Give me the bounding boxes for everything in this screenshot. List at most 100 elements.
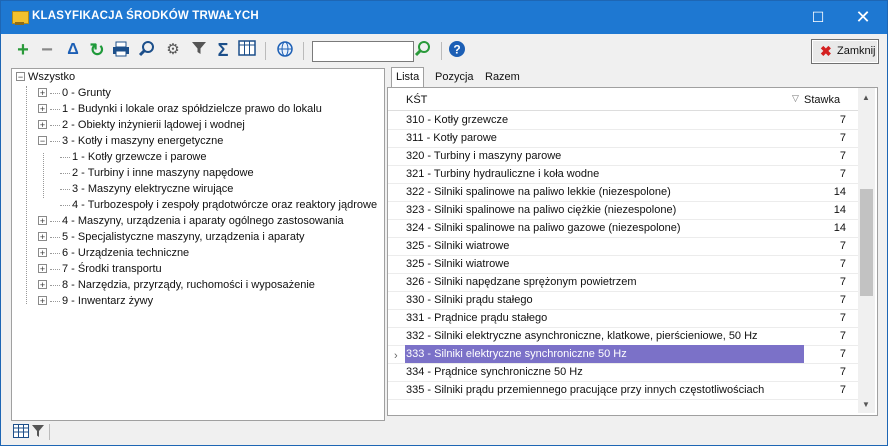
table-row[interactable]: 322 - Silniki spalinowe na paliwo lekkie… bbox=[388, 183, 858, 202]
sum-icon[interactable]: Σ bbox=[213, 40, 233, 60]
tree-item[interactable]: 3 - Maszyny elektryczne wirujące bbox=[60, 181, 233, 197]
sort-icon: ▽ bbox=[792, 93, 799, 103]
kst-cell: 333 - Silniki elektryczne synchroniczne … bbox=[405, 345, 804, 363]
stawka-cell: 7 bbox=[839, 258, 846, 270]
close-icon: ✖ bbox=[820, 43, 832, 59]
expand-icon[interactable]: + bbox=[38, 119, 47, 129]
minus-icon[interactable]: − bbox=[37, 40, 57, 60]
table-row[interactable]: 320 - Turbiny i maszyny parowe 7 bbox=[388, 147, 858, 166]
plus-icon[interactable]: + bbox=[13, 40, 33, 60]
tree-item[interactable]: − 3 - Kotły i maszyny energetyczne bbox=[38, 133, 223, 149]
columns-icon[interactable] bbox=[237, 40, 257, 60]
expand-icon[interactable]: + bbox=[38, 279, 47, 289]
table-row[interactable]: 325 - Silniki wiatrowe 7 bbox=[388, 255, 858, 274]
tab-pozycja[interactable]: Pozycja bbox=[431, 68, 478, 86]
tree-item[interactable]: +4 - Maszyny, urządzenia i aparaty ogóln… bbox=[38, 213, 344, 229]
search-input[interactable] bbox=[312, 41, 414, 62]
expand-icon[interactable]: + bbox=[38, 103, 47, 113]
tree-item-label: 1 - Kotły grzewcze i parowe bbox=[72, 151, 207, 163]
vertical-scrollbar[interactable]: ▲ ▼ bbox=[858, 88, 875, 413]
table-row[interactable]: 334 - Prądnice synchroniczne 50 Hz 7 bbox=[388, 363, 858, 382]
expand-icon[interactable]: + bbox=[38, 87, 47, 97]
stawka-cell: 7 bbox=[839, 276, 846, 288]
expand-icon[interactable]: + bbox=[38, 231, 47, 241]
stawka-cell: 7 bbox=[839, 132, 846, 144]
kst-cell: 335 - Silniki prądu przemiennego pracują… bbox=[406, 384, 765, 396]
delta-icon[interactable]: Δ bbox=[63, 40, 83, 60]
maximize-button[interactable]: ☐ bbox=[796, 1, 840, 34]
globe-icon[interactable] bbox=[275, 40, 295, 60]
tree-item-label: 9 - Inwentarz żywy bbox=[62, 295, 154, 307]
scroll-up-icon[interactable]: ▲ bbox=[862, 93, 870, 102]
tab-lista[interactable]: Lista bbox=[391, 67, 425, 87]
tree-item[interactable]: 4 - Turbozespoły i zespoły prądotwórcze … bbox=[60, 197, 377, 213]
tree-item[interactable]: +2 - Obiekty inżynierii lądowej i wodnej bbox=[38, 117, 245, 133]
tree-item-label: 4 - Maszyny, urządzenia i aparaty ogólne… bbox=[62, 215, 344, 227]
tab-razem[interactable]: Razem bbox=[481, 68, 524, 86]
refresh-icon[interactable]: ↻ bbox=[87, 40, 107, 60]
filter-icon[interactable] bbox=[189, 40, 209, 60]
tree-item-label: 7 - Środki transportu bbox=[62, 263, 162, 275]
stawka-cell: 14 bbox=[833, 204, 846, 216]
tree-item[interactable]: +1 - Budynki i lokale oraz spółdzielcze … bbox=[38, 101, 322, 117]
tree-item-label: Wszystko bbox=[28, 71, 76, 83]
tree-item[interactable]: +5 - Specjalistyczne maszyny, urządzenia… bbox=[38, 229, 305, 245]
filter-icon[interactable] bbox=[31, 424, 45, 441]
scroll-down-icon[interactable]: ▼ bbox=[862, 400, 870, 409]
scroll-thumb[interactable] bbox=[860, 189, 873, 296]
help-icon[interactable]: ? bbox=[447, 40, 467, 60]
column-header-stawka[interactable]: Stawka bbox=[804, 94, 840, 106]
tree-item-label: 6 - Urządzenia techniczne bbox=[62, 247, 190, 259]
tree-item-label: 0 - Grunty bbox=[62, 87, 111, 99]
collapse-icon[interactable]: − bbox=[16, 71, 25, 81]
expand-icon[interactable]: + bbox=[38, 263, 47, 273]
grid-header: KŚT ▽ Stawka bbox=[388, 88, 858, 111]
tree-item[interactable]: +8 - Narzędzia, przyrządy, ruchomości i … bbox=[38, 277, 315, 293]
stawka-cell: 7 bbox=[839, 150, 846, 162]
expand-icon[interactable]: + bbox=[38, 247, 47, 257]
title-bar[interactable]: KLASYFIKACJA ŚRODKÓW TRWAŁYCH ☐ ✕ bbox=[1, 1, 887, 34]
gear-icon[interactable]: ⚙ bbox=[163, 40, 183, 60]
collapse-icon[interactable]: − bbox=[38, 135, 47, 145]
close-button[interactable]: ✖ Zamknij bbox=[811, 39, 879, 64]
svg-text:?: ? bbox=[453, 43, 460, 57]
kst-cell: 323 - Silniki spalinowe na paliwo ciężki… bbox=[406, 204, 677, 216]
classification-grid[interactable]: KŚT ▽ Stawka 310 - Kotły grzewcze 7 311 - … bbox=[387, 87, 878, 416]
kst-cell: 330 - Silniki prądu stałego bbox=[406, 294, 533, 306]
tree-item[interactable]: +7 - Środki transportu bbox=[38, 261, 162, 277]
toolbar: + − Δ ↻ ⚙ Σ ? bbox=[1, 35, 887, 67]
find-icon[interactable] bbox=[413, 40, 433, 60]
column-header-kst[interactable]: KŚT bbox=[406, 94, 427, 106]
stawka-cell: 7 bbox=[839, 240, 846, 252]
kst-cell: 325 - Silniki wiatrowe bbox=[406, 240, 510, 252]
table-row[interactable]: 324 - Silniki spalinowe na paliwo gazowe… bbox=[388, 219, 858, 238]
table-row[interactable]: 310 - Kotły grzewcze 7 bbox=[388, 111, 858, 130]
tree-item[interactable]: 1 - Kotły grzewcze i parowe bbox=[60, 149, 207, 165]
kst-cell: 325 - Silniki wiatrowe bbox=[406, 258, 510, 270]
table-row[interactable]: 323 - Silniki spalinowe na paliwo ciężki… bbox=[388, 201, 858, 220]
search-icon[interactable] bbox=[137, 40, 157, 60]
category-tree[interactable]: − Wszystko +0 - Grunty +1 - Budynki i lok… bbox=[11, 68, 385, 421]
close-window-button[interactable]: ✕ bbox=[841, 1, 885, 34]
expand-icon[interactable]: + bbox=[38, 295, 47, 305]
table-row[interactable]: 326 - Silniki napędzane sprężonym powiet… bbox=[388, 273, 858, 292]
table-row[interactable]: 332 - Silniki elektryczne asynchroniczne… bbox=[388, 327, 858, 346]
expand-icon[interactable]: + bbox=[38, 215, 47, 225]
table-row[interactable]: 321 - Turbiny hydrauliczne i koła wodne 7 bbox=[388, 165, 858, 184]
table-row[interactable]: › 333 - Silniki elektryczne synchroniczne… bbox=[388, 345, 858, 364]
tree-item-root[interactable]: − Wszystko bbox=[16, 69, 75, 85]
stawka-cell: 7 bbox=[839, 366, 846, 378]
tree-item-label: 2 - Turbiny i inne maszyny napędowe bbox=[72, 167, 254, 179]
tree-item[interactable]: 2 - Turbiny i inne maszyny napędowe bbox=[60, 165, 254, 181]
printer-icon[interactable] bbox=[111, 40, 131, 60]
tree-item[interactable]: +9 - Inwentarz żywy bbox=[38, 293, 153, 309]
table-view-icon[interactable] bbox=[13, 424, 29, 441]
table-row[interactable]: 325 - Silniki wiatrowe 7 bbox=[388, 237, 858, 256]
table-row[interactable]: 330 - Silniki prądu stałego 7 bbox=[388, 291, 858, 310]
tree-item[interactable]: +0 - Grunty bbox=[38, 85, 111, 101]
table-row[interactable]: 335 - Silniki prądu przemiennego pracują… bbox=[388, 381, 858, 400]
stawka-cell: 7 bbox=[839, 312, 846, 324]
table-row[interactable]: 331 - Prądnice prądu stałego 7 bbox=[388, 309, 858, 328]
table-row[interactable]: 311 - Kotły parowe 7 bbox=[388, 129, 858, 148]
tree-item[interactable]: +6 - Urządzenia techniczne bbox=[38, 245, 189, 261]
